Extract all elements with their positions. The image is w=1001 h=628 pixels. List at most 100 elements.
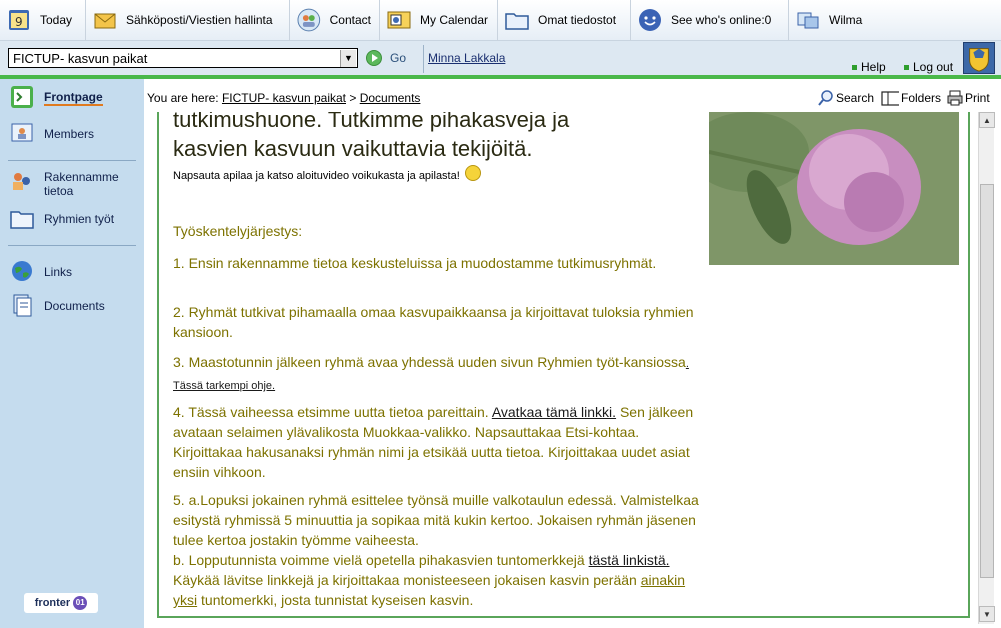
toolbar-today[interactable]: 9 Today (0, 0, 86, 41)
user-name-link[interactable]: Minna Lakkala (428, 51, 505, 65)
crest-icon (963, 42, 995, 74)
toolbar-mail[interactable]: Sähköposti/Viestien hallinta (86, 0, 290, 41)
print-icon (947, 90, 963, 106)
scroll-up-icon[interactable]: ▲ (979, 112, 995, 128)
mail-icon (94, 13, 116, 29)
sidebar-item-label: Ryhmien työt (44, 212, 115, 226)
wilma-icon (797, 12, 819, 29)
toolbar-my-calendar[interactable]: My Calendar (380, 0, 498, 41)
step-5d-text: tuntomerkki, josta tunnistat kyseisen ka… (197, 592, 474, 608)
toolbar-wilma[interactable]: Wilma (789, 0, 879, 41)
bullet-icon (904, 64, 909, 70)
fronter-logo[interactable]: fronter 01 (24, 593, 98, 613)
chevron-down-icon[interactable]: ▼ (340, 49, 356, 67)
go-arrow-icon (366, 50, 382, 66)
globe-icon (12, 261, 32, 281)
svg-text:9: 9 (15, 15, 23, 29)
documents-icon (13, 294, 32, 317)
top-toolbar: 9 Today Sähköposti/Viestien hallinta Con… (0, 0, 1001, 41)
sidebar-item-documents[interactable]: Documents (10, 293, 138, 317)
step-5: 5. a.Lopuksi jokainen ryhmä esittelee ty… (173, 490, 703, 610)
step-1: 1. Ensin rakennamme tietoa keskusteluiss… (173, 255, 657, 271)
folder-icon (10, 211, 34, 229)
toolbar-wilma-label: Wilma (829, 13, 863, 27)
bullet-icon (852, 64, 857, 70)
folders-tool[interactable]: Folders (879, 90, 941, 106)
step-3-text: 3. Maastotunnin jälkeen ryhmä avaa yhdes… (173, 354, 686, 370)
search-label: Search (836, 91, 875, 105)
breadcrumb: You are here: FICTUP- kasvun paikat > Do… (147, 91, 420, 105)
contact-icon (297, 8, 321, 32)
folders-icon (881, 91, 899, 106)
sidebar-divider (8, 245, 136, 246)
group-select-value: FICTUP- kasvun paikat (13, 50, 148, 66)
go-label: Go (390, 51, 407, 65)
intro-label: Napsauta apilaa ja katso aloituvideo voi… (173, 170, 460, 182)
toolbar-today-label: Today (40, 13, 73, 27)
sidebar-item-rakennamme-tietoa[interactable]: Rakennamme tietoa (10, 169, 138, 198)
step-5a-text: 5. a.Lopuksi jokainen ryhmä esittelee ty… (173, 492, 699, 548)
step-4-text: 4. Tässä vaiheessa etsimme uutta tietoa … (173, 404, 492, 420)
toolbar-my-files[interactable]: Omat tiedostot (498, 0, 631, 41)
step-2: 2. Ryhmät tutkivat pihamaalla omaa kasvu… (173, 304, 694, 340)
step-3: 3. Maastotunnin jälkeen ryhmä avaa yhdes… (173, 352, 703, 396)
sidebar-item-label: Links (44, 265, 73, 279)
go-button[interactable]: Go (366, 48, 418, 68)
toolbar-contact[interactable]: Contact (290, 0, 380, 41)
fronter-logo-badge: 01 (73, 596, 88, 610)
sidebar-item-label: Members (44, 127, 95, 141)
smiley-icon (639, 9, 661, 31)
intro-text: Napsauta apilaa ja katso aloituvideo voi… (173, 165, 481, 182)
sidebar-item-links[interactable]: Links (10, 259, 138, 283)
help-link[interactable]: Help (852, 60, 886, 74)
document-content: tutkimushuone. Tutkimme pihakasveja ja k… (157, 112, 970, 618)
order-title: Työskentelyjärjestys: (173, 223, 303, 239)
search-icon (818, 90, 833, 106)
folder-icon (505, 13, 529, 30)
search-tool[interactable]: Search (818, 90, 874, 106)
sidebar-item-ryhmien-tyot[interactable]: Ryhmien työt (10, 207, 138, 231)
folders-label: Folders (901, 91, 942, 105)
divider (423, 45, 424, 73)
group-select[interactable]: FICTUP- kasvun paikat ▼ (8, 48, 358, 68)
clover-image[interactable] (709, 112, 959, 265)
toolbar-my-files-label: Omat tiedostot (538, 13, 617, 27)
scroll-down-icon[interactable]: ▼ (979, 606, 995, 622)
step-5-link-1[interactable]: tästä linkistä. (589, 552, 670, 568)
toolbar-mail-label: Sähköposti/Viestien hallinta (126, 13, 273, 27)
toolbar-my-calendar-label: My Calendar (420, 13, 489, 27)
green-divider (0, 75, 1001, 79)
logout-link[interactable]: Log out (904, 60, 953, 74)
sidebar-item-label: Frontpage (44, 90, 103, 106)
breadcrumb-prefix: You are here: (147, 91, 219, 105)
members-icon (11, 123, 33, 142)
toolbar-whos-online-label: See who's online:0 (671, 13, 772, 27)
fronter-logo-text: fronter (34, 597, 71, 609)
sidebar-item-label: Rakennamme tietoa (44, 170, 119, 198)
sidebar-divider (8, 160, 136, 161)
toolbar-whos-online[interactable]: See who's online:0 (631, 0, 789, 41)
scroll-thumb[interactable] (980, 184, 994, 578)
smiley-icon (464, 165, 481, 181)
calendar-icon (387, 11, 411, 29)
group-bar: FICTUP- kasvun paikat ▼ Go Minna Lakkala… (0, 41, 1001, 75)
breadcrumb-separator: > (349, 91, 357, 105)
step-4-link[interactable]: Avatkaa tämä linkki. (492, 404, 616, 420)
sidebar-item-label: Documents (44, 299, 105, 313)
calendar-day-icon: 9 (9, 10, 29, 30)
page-heading: tutkimushuone. Tutkimme pihakasveja ja k… (173, 112, 693, 163)
step-5b-text: b. Lopputunnista voimme vielä opetella p… (173, 552, 589, 568)
frontpage-icon (11, 86, 33, 108)
sidebar-item-frontpage[interactable]: Frontpage (10, 85, 138, 109)
breadcrumb-link-group[interactable]: FICTUP- kasvun paikat (222, 91, 346, 105)
print-tool[interactable]: Print (947, 90, 990, 106)
sidebar-item-members[interactable]: Members (10, 121, 138, 145)
people-icon (13, 173, 30, 190)
print-label: Print (965, 91, 990, 105)
breadcrumb-link-documents[interactable]: Documents (360, 91, 421, 105)
vertical-scrollbar[interactable]: ▲ ▼ (978, 112, 995, 624)
step-5c-text: Käykää lävitse linkkejä ja kirjoittakaa … (173, 572, 641, 588)
heading-line-2: kasvien kasvuun vaikuttavia tekijöitä. (173, 136, 533, 161)
help-label: Help (861, 60, 886, 74)
heading-line-1: tutkimushuone. Tutkimme pihakasveja ja (173, 112, 570, 132)
